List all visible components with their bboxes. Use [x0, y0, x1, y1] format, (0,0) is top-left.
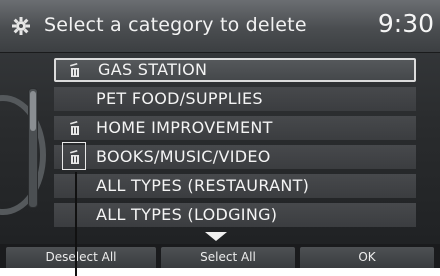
list-item-label: HOME IMPROVEMENT — [96, 118, 273, 137]
list-item-label: BOOKS/MUSIC/VIDEO — [96, 147, 271, 166]
scroll-down-arrow-icon[interactable] — [205, 232, 227, 241]
scrollbar-thumb[interactable] — [30, 91, 36, 131]
deselect-all-button[interactable]: Deselect All — [6, 247, 156, 268]
trash-can-icon — [70, 63, 79, 77]
bottom-button-bar: Deselect All Select All OK — [0, 244, 440, 268]
list-item-all-types-lodging[interactable]: ALL TYPES (LODGING) — [54, 203, 416, 227]
select-all-button[interactable]: Select All — [161, 247, 295, 268]
list-item-all-types-restaurant[interactable]: ALL TYPES (RESTAURANT) — [54, 174, 416, 198]
nav-screen: Select a category to delete 9:30 GAS STA… — [0, 0, 440, 268]
list-item-gas-station[interactable]: GAS STATION — [54, 58, 416, 82]
clock: 9:30 — [377, 9, 434, 38]
header-bar: Select a category to delete 9:30 — [0, 0, 440, 53]
gear-icon — [12, 17, 30, 35]
list-item-label: GAS STATION — [98, 60, 208, 79]
list-item-label: PET FOOD/SUPPLIES — [96, 89, 263, 108]
list-item-label: ALL TYPES (LODGING) — [96, 205, 278, 224]
page-title: Select a category to delete — [44, 14, 307, 36]
scrollbar[interactable] — [28, 88, 38, 208]
list-item-home-improvement[interactable]: HOME IMPROVEMENT — [54, 116, 416, 140]
list-item-label: ALL TYPES (RESTAURANT) — [96, 176, 310, 195]
trash-can-icon — [70, 121, 79, 135]
ok-button[interactable]: OK — [300, 247, 434, 268]
callout-leader-line — [75, 172, 77, 276]
decorative-arc — [0, 95, 46, 215]
category-list: GAS STATION PET FOOD/SUPPLIES HOME IMPRO… — [54, 58, 416, 232]
callout-box — [62, 142, 86, 170]
list-item-books-music-video[interactable]: BOOKS/MUSIC/VIDEO — [54, 142, 416, 170]
list-item-pet-food[interactable]: PET FOOD/SUPPLIES — [54, 87, 416, 111]
